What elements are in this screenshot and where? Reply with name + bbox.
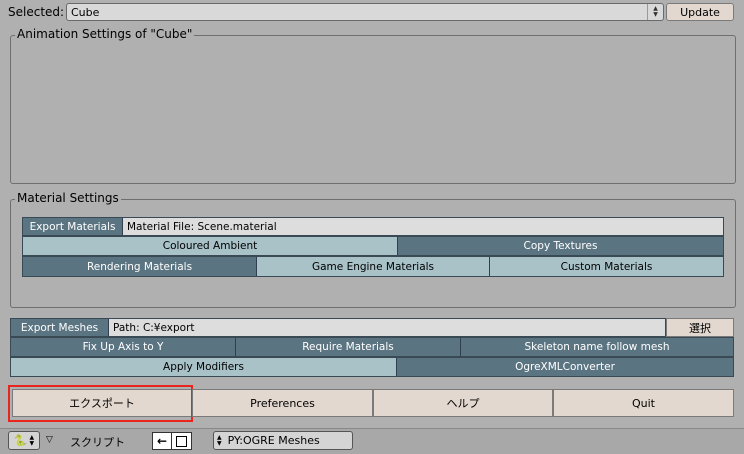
up-down-arrows-icon: ▲ ▼ [217, 433, 222, 447]
rendering-materials-toggle[interactable]: Rendering Materials [23, 257, 257, 276]
selected-object-value: Cube [71, 5, 100, 19]
custom-materials-toggle[interactable]: Custom Materials [490, 257, 723, 276]
browse-path-button[interactable]: 選択 [666, 318, 734, 337]
script-select[interactable]: ▲ ▼ PY:OGRE Meshes [213, 431, 353, 450]
preferences-button[interactable]: Preferences [192, 389, 373, 417]
material-settings-title: Material Settings [15, 191, 121, 205]
require-materials-toggle[interactable]: Require Materials [236, 338, 461, 356]
fullscreen-square-icon[interactable] [172, 432, 192, 450]
help-button[interactable]: ヘルプ [373, 389, 553, 417]
material-file-field[interactable]: Material File: Scene.material [123, 218, 723, 235]
collapse-menu-triangle-icon[interactable]: ▽ [46, 435, 53, 445]
ogre-xml-converter-toggle[interactable]: OgreXMLConverter [397, 358, 733, 376]
selected-label: Selected: [8, 5, 65, 19]
up-down-arrows-icon: ▲ ▼ [647, 4, 663, 20]
script-name: PY:OGRE Meshes [227, 434, 320, 447]
mesh-options-row: Fix Up Axis to Y Require Materials Skele… [10, 337, 734, 357]
editor-type-menu[interactable]: 🐍 ▲ ▼ [8, 431, 40, 450]
view-toggle-group: ← [152, 432, 192, 450]
update-button[interactable]: Update [666, 3, 734, 21]
material-file-row: Export Materials Material File: Scene.ma… [22, 217, 724, 236]
ambient-textures-row: Coloured Ambient Copy Textures [22, 236, 724, 256]
object-select[interactable]: Cube ▲ ▼ [66, 3, 664, 21]
game-engine-materials-toggle[interactable]: Game Engine Materials [257, 257, 490, 276]
mesh-path-row: Export Meshes Path: C:¥export [10, 318, 666, 337]
coloured-ambient-toggle[interactable]: Coloured Ambient [23, 237, 398, 255]
apply-modifiers-toggle[interactable]: Apply Modifiers [11, 358, 397, 376]
export-materials-toggle[interactable]: Export Materials [23, 218, 123, 235]
python-script-icon: 🐍 [13, 434, 28, 447]
quit-button[interactable]: Quit [553, 389, 734, 417]
export-meshes-toggle[interactable]: Export Meshes [11, 319, 109, 336]
copy-textures-toggle[interactable]: Copy Textures [398, 237, 723, 255]
animation-settings-title: Animation Settings of "Cube" [15, 27, 195, 41]
skeleton-name-toggle[interactable]: Skeleton name follow mesh [461, 338, 733, 356]
script-menu-label[interactable]: スクリプト [70, 434, 125, 450]
left-arrow-icon[interactable]: ← [152, 432, 172, 450]
material-type-row: Rendering Materials Game Engine Material… [22, 256, 724, 277]
mesh-options-row-2: Apply Modifiers OgreXMLConverter [10, 357, 734, 377]
up-down-arrows-icon: ▲ ▼ [29, 433, 35, 447]
export-path-field[interactable]: Path: C:¥export [109, 319, 665, 336]
fix-up-axis-toggle[interactable]: Fix Up Axis to Y [11, 338, 236, 356]
export-button[interactable]: エクスポート [12, 389, 192, 417]
animation-settings-group [10, 35, 736, 184]
